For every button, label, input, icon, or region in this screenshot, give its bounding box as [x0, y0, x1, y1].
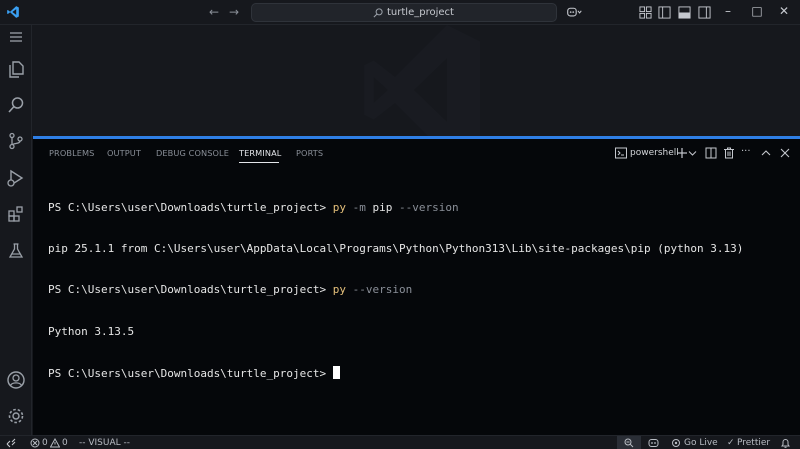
more-actions-icon[interactable]: ···: [741, 147, 753, 159]
explorer-icon[interactable]: [6, 59, 26, 79]
vscode-watermark-icon: [364, 25, 481, 136]
search-icon[interactable]: [6, 95, 26, 115]
terminal-line: Python 3.13.5: [48, 325, 788, 339]
go-live-button[interactable]: Go Live: [684, 437, 718, 449]
notifications-bell-icon[interactable]: [780, 438, 791, 448]
prettier-status[interactable]: Prettier: [737, 437, 770, 449]
terminal-shell-icon: [615, 147, 627, 159]
copilot-status-icon[interactable]: [648, 438, 659, 448]
extensions-icon[interactable]: [6, 204, 26, 224]
warning-icon[interactable]: [50, 438, 60, 448]
prompt: PS C:\Users\user\Downloads\turtle_projec…: [48, 200, 333, 214]
customize-layout-icon[interactable]: [639, 6, 652, 19]
command-args: -m: [346, 200, 373, 214]
terminal-line: pip 25.1.1 from C:\Users\user\AppData\Lo…: [48, 242, 788, 256]
back-arrow-icon[interactable]: ←: [209, 5, 219, 19]
source-control-icon[interactable]: [6, 131, 26, 151]
command-center-search[interactable]: turtle_project: [251, 3, 557, 22]
toggle-primary-sidebar-icon[interactable]: [658, 6, 671, 19]
terminal-shell-name[interactable]: powershell: [630, 148, 679, 159]
split-terminal-icon[interactable]: [705, 147, 717, 159]
close-window-button[interactable]: ✕: [776, 4, 792, 19]
warning-count[interactable]: 0: [62, 437, 68, 449]
command-output: pip 25.1.1 from C:\Users\user\AppData\Lo…: [48, 241, 744, 255]
menu-icon[interactable]: [8, 29, 24, 45]
zoom-button[interactable]: [617, 436, 641, 449]
vscode-logo-icon: [7, 6, 19, 18]
terminal-output[interactable]: PS C:\Users\user\Downloads\turtle_projec…: [48, 173, 788, 408]
minimize-button[interactable]: –: [720, 4, 736, 19]
activity-bar: [0, 25, 32, 435]
maximize-button[interactable]: □: [749, 4, 765, 19]
run-debug-icon[interactable]: [6, 168, 26, 188]
tab-debug-console[interactable]: DEBUG CONSOLE: [156, 148, 229, 159]
zoom-icon: [624, 438, 634, 448]
remote-icon: [6, 438, 16, 448]
terminal-line: PS C:\Users\user\Downloads\turtle_projec…: [48, 283, 788, 297]
forward-arrow-icon[interactable]: →: [229, 5, 239, 19]
toggle-secondary-sidebar-icon[interactable]: [698, 6, 711, 19]
editor-area: [33, 25, 800, 136]
new-terminal-plus-icon[interactable]: [676, 147, 688, 159]
tab-terminal[interactable]: TERMINAL: [239, 148, 281, 159]
broadcast-icon: [672, 439, 680, 447]
active-tab-indicator: [239, 162, 279, 163]
error-icon[interactable]: [30, 438, 40, 448]
command-flag: --version: [346, 283, 413, 297]
copilot-icon[interactable]: [566, 6, 583, 19]
command-name: py: [332, 283, 347, 297]
check-icon: ✓: [727, 438, 735, 448]
error-count[interactable]: 0: [42, 437, 48, 449]
tab-ports[interactable]: PORTS: [296, 148, 323, 159]
command-flag: --version: [392, 200, 459, 214]
trash-icon[interactable]: [723, 147, 735, 159]
tab-output[interactable]: OUTPUT: [107, 148, 141, 159]
vim-mode-indicator: -- VISUAL --: [79, 438, 130, 448]
tab-problems[interactable]: PROBLEMS: [49, 148, 94, 159]
account-icon[interactable]: [6, 370, 26, 390]
prompt: PS C:\Users\user\Downloads\turtle_projec…: [48, 283, 333, 297]
search-icon: [373, 8, 383, 18]
command-center-label: turtle_project: [387, 7, 454, 18]
chevron-down-icon[interactable]: [688, 147, 697, 159]
terminal-line: PS C:\Users\user\Downloads\turtle_projec…: [48, 366, 788, 380]
status-bar: 0 0 -- VISUAL -- Go Live ✓ Prettier: [0, 435, 800, 449]
remote-indicator[interactable]: [0, 436, 23, 449]
command-name: py: [332, 200, 347, 214]
command-arg-pip: pip: [372, 200, 393, 214]
maximize-panel-chevron-up-icon[interactable]: [760, 147, 772, 159]
prompt: PS C:\Users\user\Downloads\turtle_projec…: [48, 367, 333, 381]
manage-gear-icon[interactable]: [6, 406, 26, 426]
panel-tab-bar: PROBLEMS OUTPUT DEBUG CONSOLE TERMINAL P…: [33, 139, 800, 167]
close-panel-icon[interactable]: [779, 147, 791, 159]
terminal-line: PS C:\Users\user\Downloads\turtle_projec…: [48, 201, 788, 215]
toggle-panel-icon[interactable]: [678, 6, 691, 19]
bottom-panel: PROBLEMS OUTPUT DEBUG CONSOLE TERMINAL P…: [33, 136, 800, 435]
testing-icon[interactable]: [6, 241, 26, 261]
command-output: Python 3.13.5: [48, 324, 135, 338]
terminal-cursor: [332, 366, 340, 380]
title-bar: ← → turtle_project – □ ✕: [0, 0, 800, 25]
